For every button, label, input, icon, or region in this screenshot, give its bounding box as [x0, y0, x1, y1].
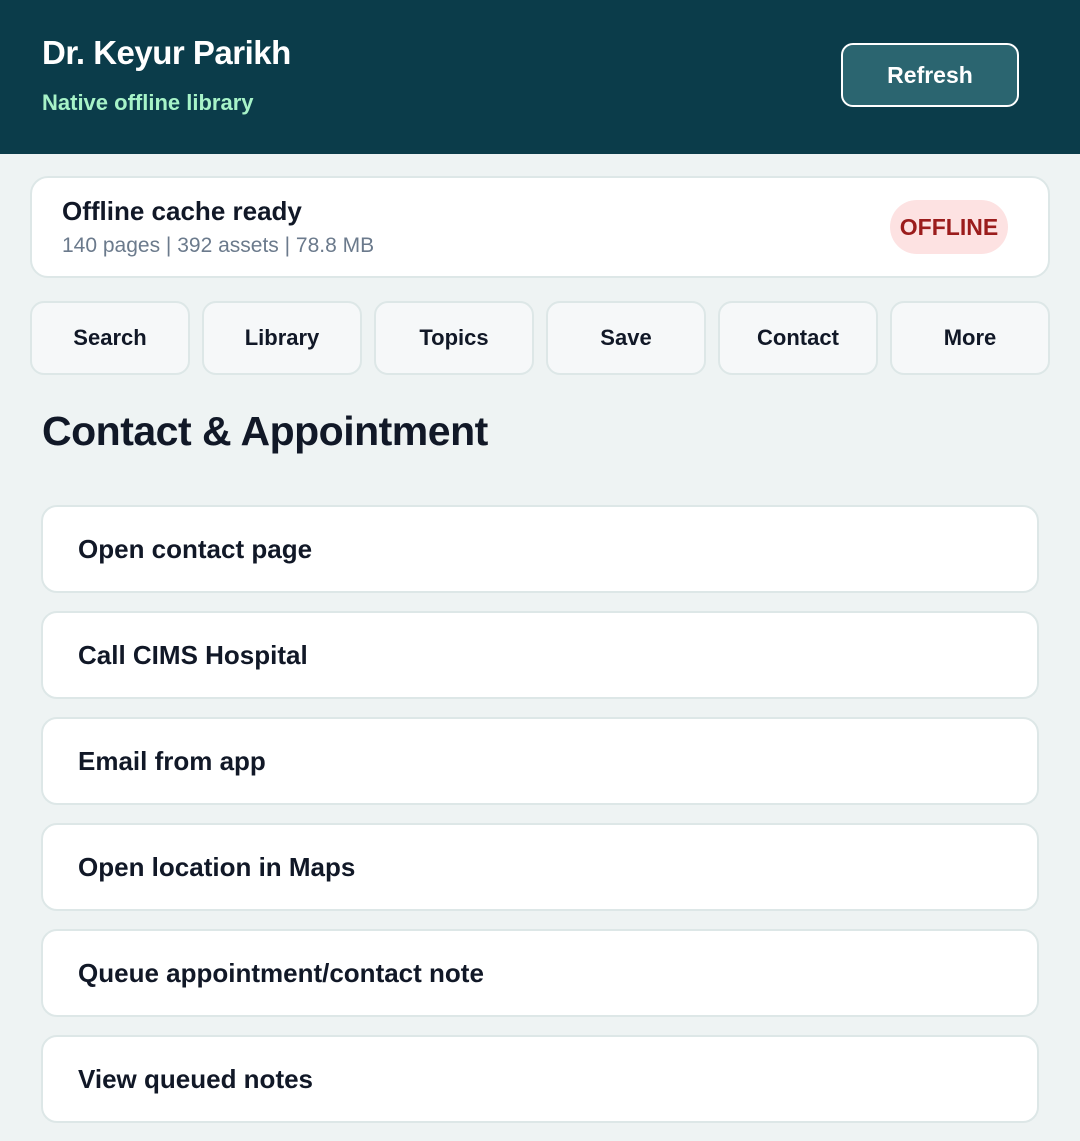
email-button[interactable]: Email from app — [41, 717, 1039, 805]
page-title: Contact & Appointment — [42, 408, 488, 454]
cache-status-meta: 140 pages | 392 assets | 78.8 MB — [62, 234, 375, 257]
refresh-button[interactable]: Refresh — [841, 43, 1019, 107]
queue-note-button[interactable]: Queue appointment/contact note — [41, 929, 1039, 1017]
app-header: Dr. Keyur Parikh Native offline library … — [0, 0, 1080, 154]
open-maps-button[interactable]: Open location in Maps — [41, 823, 1039, 911]
tab-topics[interactable]: Topics — [374, 301, 534, 375]
view-queued-notes-button[interactable]: View queued notes — [41, 1035, 1039, 1123]
call-hospital-button[interactable]: Call CIMS Hospital — [41, 611, 1039, 699]
cache-status-title: Offline cache ready — [62, 196, 302, 226]
tab-contact[interactable]: Contact — [718, 301, 878, 375]
open-contact-page-button[interactable]: Open contact page — [41, 505, 1039, 593]
app-title: Dr. Keyur Parikh — [42, 34, 291, 71]
nav-tabs: Search Library Topics Save Contact More — [30, 301, 1050, 375]
tab-library[interactable]: Library — [202, 301, 362, 375]
tab-save[interactable]: Save — [546, 301, 706, 375]
offline-status-badge: OFFLINE — [890, 200, 1008, 254]
tab-search[interactable]: Search — [30, 301, 190, 375]
tab-more[interactable]: More — [890, 301, 1050, 375]
app-subtitle: Native offline library — [42, 90, 254, 115]
cache-status-card: Offline cache ready 140 pages | 392 asse… — [30, 176, 1050, 278]
contact-action-list: Open contact page Call CIMS Hospital Ema… — [41, 505, 1039, 1141]
